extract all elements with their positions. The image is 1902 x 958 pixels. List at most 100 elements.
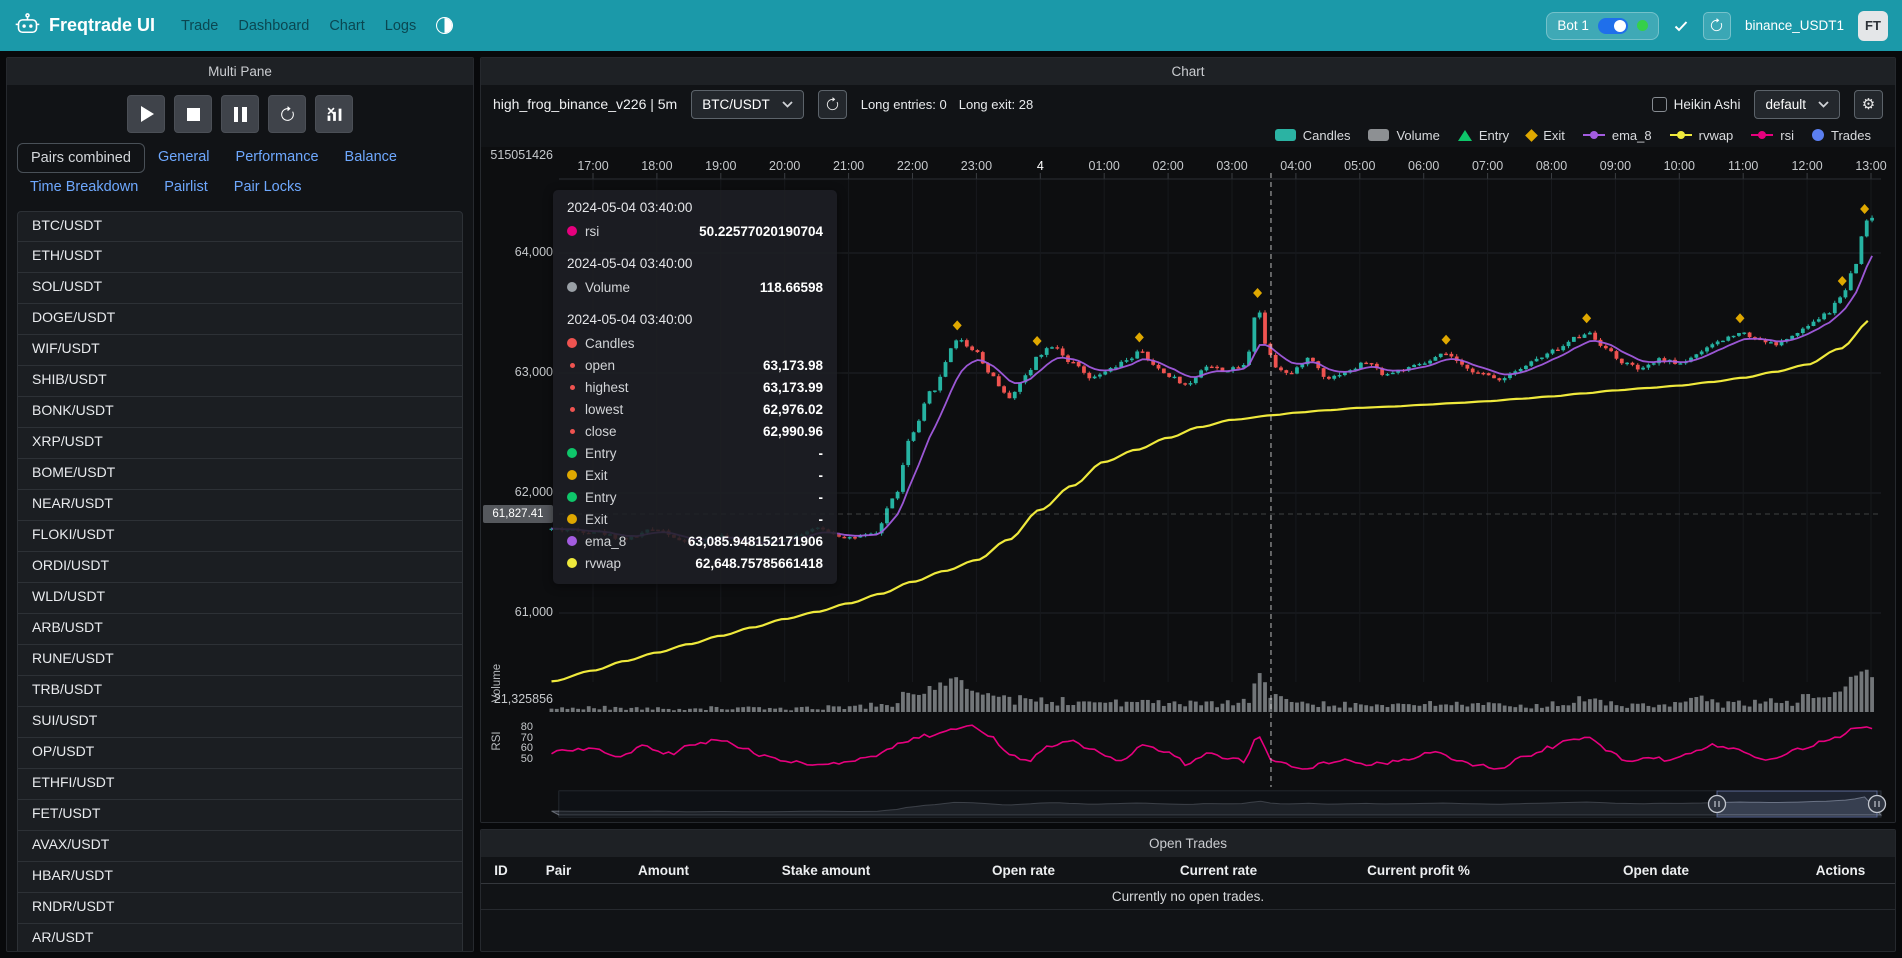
legend-candles[interactable]: Candles <box>1275 128 1351 143</box>
tab-pairlist[interactable]: Pairlist <box>151 173 221 201</box>
time-tick: 02:00 <box>1152 159 1183 173</box>
pair-item-avax[interactable]: AVAX/USDT <box>17 831 463 862</box>
nav-link-trade[interactable]: Trade <box>181 18 218 34</box>
pair-item-sol[interactable]: SOL/USDT <box>17 273 463 304</box>
multi-pane-title: Multi Pane <box>7 58 473 85</box>
pair-item-ordi[interactable]: ORDI/USDT <box>17 552 463 583</box>
open-trades-title: Open Trades <box>481 830 1895 857</box>
pair-item-ethfi[interactable]: ETHFI/USDT <box>17 769 463 800</box>
column-header-open-rate: Open rate <box>921 863 1126 878</box>
pair-item-btc[interactable]: BTC/USDT <box>17 211 463 242</box>
tab-time-breakdown[interactable]: Time Breakdown <box>17 173 151 201</box>
pair-list: BTC/USDTETH/USDTSOL/USDTDOGE/USDTWIF/USD… <box>7 211 473 951</box>
bot-toggle[interactable] <box>1598 18 1628 34</box>
pair-item-bonk[interactable]: BONK/USDT <box>17 397 463 428</box>
legend-rsi[interactable]: rsi <box>1751 128 1794 143</box>
force-exit-button[interactable] <box>315 95 353 133</box>
refresh-icon <box>279 106 296 123</box>
nav-link-logs[interactable]: Logs <box>385 18 416 34</box>
volume-pane-label: Volume <box>491 651 503 715</box>
chart-toolbar: high_frog_binance_v226 | 5m BTC/USDT Lon… <box>481 85 1895 123</box>
time-tick: 19:00 <box>705 159 736 173</box>
time-tick: 18:00 <box>641 159 672 173</box>
open-trades-empty-text: Currently no open trades. <box>481 884 1895 910</box>
nav-link-dashboard[interactable]: Dashboard <box>238 18 309 34</box>
pair-item-hbar[interactable]: HBAR/USDT <box>17 862 463 893</box>
reload-bot-button[interactable] <box>1703 12 1731 40</box>
legend-ema_8[interactable]: ema_8 <box>1583 128 1652 143</box>
column-header-current-rate: Current rate <box>1126 863 1311 878</box>
tab-pair-locks[interactable]: Pair Locks <box>221 173 315 201</box>
pair-item-bome[interactable]: BOME/USDT <box>17 459 463 490</box>
theme-toggle-icon[interactable] <box>436 17 453 34</box>
time-tick: 01:00 <box>1089 159 1120 173</box>
bot-online-indicator <box>1637 20 1648 31</box>
bot-selector[interactable]: Bot 1 <box>1546 12 1659 40</box>
legend-volume[interactable]: Volume <box>1368 128 1439 143</box>
pair-item-arb[interactable]: ARB/USDT <box>17 614 463 645</box>
pair-item-trb[interactable]: TRB/USDT <box>17 676 463 707</box>
plot-config-select[interactable]: default <box>1754 90 1840 119</box>
multi-pane-tabs: Pairs combinedGeneralPerformanceBalance T… <box>7 141 473 201</box>
start-bot-button[interactable] <box>127 95 165 133</box>
chart-legend: Candles Volume Entry Exit ema_8 rvwap rsi Trade… <box>481 123 1895 147</box>
pair-item-doge[interactable]: DOGE/USDT <box>17 304 463 335</box>
tab-general[interactable]: General <box>145 143 223 173</box>
open-trades-header-row: IDPairAmountStake amountOpen rateCurrent… <box>481 857 1895 884</box>
pair-item-eth[interactable]: ETH/USDT <box>17 242 463 273</box>
multi-pane-panel: Multi Pane Pairs combinedGeneralPerforma… <box>6 57 474 952</box>
legend-trades[interactable]: Trades <box>1812 128 1871 143</box>
pair-item-xrp[interactable]: XRP/USDT <box>17 428 463 459</box>
column-header-stake-amount: Stake amount <box>731 863 921 878</box>
refresh-icon <box>825 97 840 112</box>
entry-marker-icon <box>1458 130 1472 141</box>
brand[interactable]: Freqtrade UI <box>14 12 155 39</box>
pair-item-ar[interactable]: AR/USDT <box>17 924 463 951</box>
pair-item-wif[interactable]: WIF/USDT <box>17 335 463 366</box>
pair-item-shib[interactable]: SHIB/USDT <box>17 366 463 397</box>
pair-item-rune[interactable]: RUNE/USDT <box>17 645 463 676</box>
ema_8-marker-icon <box>1583 134 1605 137</box>
pair-select[interactable]: BTC/USDT <box>691 90 804 119</box>
nav-link-chart[interactable]: Chart <box>329 18 364 34</box>
pair-item-wld[interactable]: WLD/USDT <box>17 583 463 614</box>
pair-item-rndr[interactable]: RNDR/USDT <box>17 893 463 924</box>
axis-tick-label: 64,000 <box>481 245 553 259</box>
tab-performance[interactable]: Performance <box>223 143 332 173</box>
trades-marker-icon <box>1812 129 1824 141</box>
chart-canvas[interactable]: 17:0018:0019:0020:0021:0022:0023:00401:0… <box>481 147 1895 822</box>
pair-item-op[interactable]: OP/USDT <box>17 738 463 769</box>
rsi-pane-label: RSI <box>491 709 503 773</box>
chevron-down-icon <box>782 101 793 108</box>
volume-marker-icon <box>1368 129 1389 141</box>
pair-select-value: BTC/USDT <box>702 97 770 112</box>
legend-entry[interactable]: Entry <box>1458 128 1509 143</box>
avatar[interactable]: FT <box>1858 11 1888 41</box>
time-tick: 23:00 <box>961 159 992 173</box>
chart-refresh-button[interactable] <box>818 90 847 119</box>
heikin-ashi-checkbox[interactable] <box>1652 97 1667 112</box>
brand-title: Freqtrade UI <box>49 15 155 36</box>
plot-settings-button[interactable]: ⚙ <box>1854 90 1883 119</box>
legend-exit[interactable]: Exit <box>1527 128 1565 143</box>
exchange-label: binance_USDT1 <box>1745 18 1844 33</box>
heikin-ashi-label: Heikin Ashi <box>1674 97 1741 112</box>
pause-bot-button[interactable] <box>221 95 259 133</box>
time-tick: 05:00 <box>1344 159 1375 173</box>
heikin-ashi-toggle[interactable]: Heikin Ashi <box>1652 97 1741 112</box>
check-icon <box>1673 18 1689 34</box>
pair-item-fet[interactable]: FET/USDT <box>17 800 463 831</box>
axis-tick-label: 63,000 <box>481 365 553 379</box>
tab-balance[interactable]: Balance <box>332 143 410 173</box>
pair-item-sui[interactable]: SUI/USDT <box>17 707 463 738</box>
time-tick: 13:00 <box>1855 159 1886 173</box>
pair-item-floki[interactable]: FLOKI/USDT <box>17 521 463 552</box>
reload-config-button[interactable] <box>268 95 306 133</box>
legend-rvwap[interactable]: rvwap <box>1670 128 1734 143</box>
chart-x-icon <box>326 106 343 123</box>
pair-item-near[interactable]: NEAR/USDT <box>17 490 463 521</box>
chart-title: Chart <box>481 58 1895 85</box>
tab-pairs-combined[interactable]: Pairs combined <box>17 143 145 173</box>
stop-bot-button[interactable] <box>174 95 212 133</box>
time-tick: 17:00 <box>577 159 608 173</box>
